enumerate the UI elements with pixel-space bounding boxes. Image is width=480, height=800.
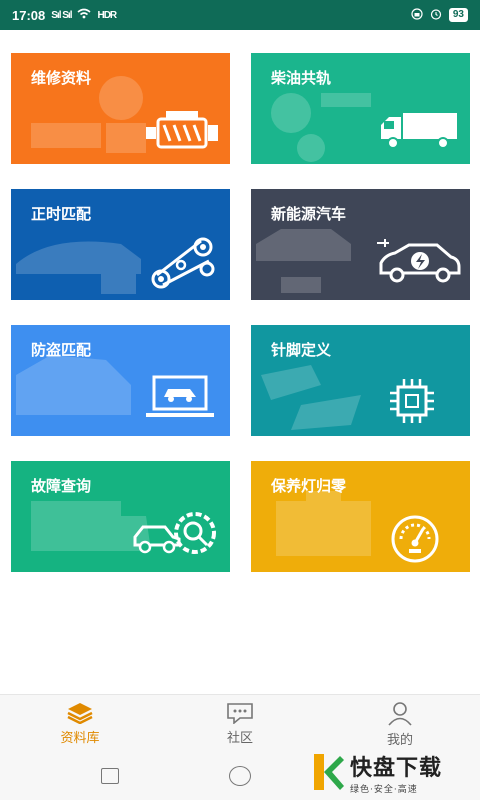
card-new-energy[interactable]: 新能源汽车 — [251, 189, 470, 300]
watermark-title: 快盘下载 — [350, 755, 443, 781]
tab-label: 社区 — [226, 730, 253, 746]
wifi-icon — [77, 8, 91, 22]
card-diesel-rail[interactable]: 柴油共轨 — [251, 53, 470, 164]
card-title: 柴油共轨 — [271, 69, 332, 87]
chat-icon — [227, 702, 253, 724]
recents-button[interactable] — [101, 768, 119, 784]
laptop-car-icon — [146, 375, 214, 417]
car-search-gear-icon — [133, 512, 216, 554]
card-antitheft-match[interactable]: 防盗匹配 — [11, 325, 230, 436]
bottom-tab-bar: 资料库 社区 我的 — [0, 694, 480, 752]
alarm-icon — [430, 8, 442, 23]
card-title: 正时匹配 — [31, 205, 92, 223]
tab-label: 我的 — [386, 732, 413, 748]
status-time: 17:08 — [12, 7, 46, 23]
user-icon — [388, 701, 412, 726]
card-title: 防盗匹配 — [31, 341, 92, 359]
card-fault-query[interactable]: 故障查询 — [11, 461, 230, 572]
home-button[interactable] — [229, 766, 251, 786]
battery-indicator: 93 — [448, 8, 468, 22]
engine-icon — [146, 111, 218, 149]
logo-icon — [314, 754, 344, 790]
timing-belt-icon — [151, 237, 215, 289]
lock-icon — [411, 7, 423, 23]
status-bar: 17:08 Sıl Sıl HDR 93 — [0, 0, 480, 30]
tab-library[interactable]: 资料库 — [0, 695, 160, 752]
card-pin-definition[interactable]: 针脚定义 — [251, 325, 470, 436]
layers-icon — [67, 702, 93, 724]
card-title: 针脚定义 — [271, 341, 332, 359]
signal-indicator: Sıl Sıl — [51, 9, 72, 21]
card-title: 新能源汽车 — [271, 205, 347, 223]
hd-indicator: HDR — [97, 9, 117, 21]
watermark-logo: 快盘下载 绿色·安全·高速 — [310, 748, 480, 796]
chip-icon — [390, 379, 434, 423]
watermark-subtitle: 绿色·安全·高速 — [350, 784, 418, 795]
tab-label: 资料库 — [60, 730, 100, 746]
tab-community[interactable]: 社区 — [160, 695, 320, 752]
tab-profile[interactable]: 我的 — [320, 695, 480, 752]
card-maintenance-reset[interactable]: 保养灯归零 — [251, 461, 470, 572]
card-repair-data[interactable]: 维修资料 — [11, 53, 230, 164]
electric-car-icon — [377, 239, 461, 283]
card-title: 故障查询 — [31, 477, 92, 495]
card-title: 保养灯归零 — [271, 477, 347, 495]
card-title: 维修资料 — [31, 69, 92, 87]
truck-icon — [381, 113, 457, 149]
speedometer-icon — [391, 515, 439, 563]
card-timing-match[interactable]: 正时匹配 — [11, 189, 230, 300]
